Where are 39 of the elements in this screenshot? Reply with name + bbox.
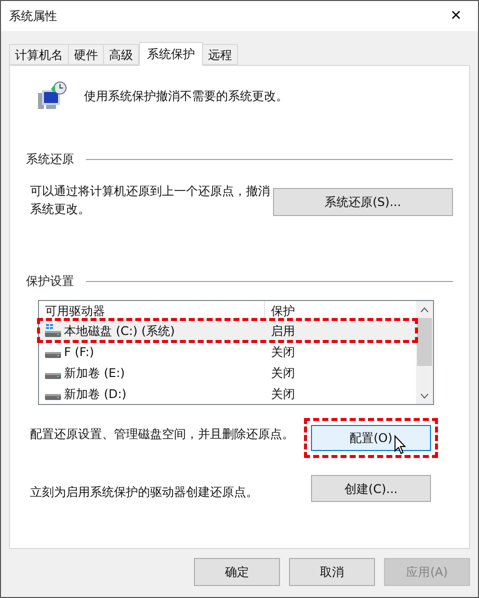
drive-name: F (F:): [64, 344, 94, 360]
drive-name: 新加卷 (E:): [64, 364, 125, 382]
protection-status: 关闭: [270, 344, 295, 360]
drive-row[interactable]: 新加卷 (D:) 关闭: [39, 383, 416, 404]
drive-row[interactable]: 新加卷 (E:) 关闭: [39, 362, 416, 383]
scrollbar[interactable]: [416, 301, 433, 404]
configure-description: 配置还原设置、管理磁盘空间，并且删除还原点。: [30, 426, 294, 443]
create-description: 立刻为启用系统保护的驱动器创建还原点。: [30, 484, 258, 501]
tab[interactable]: 计算机名: [9, 44, 69, 65]
close-button[interactable]: ✕: [446, 6, 466, 26]
drive-icon: [45, 373, 61, 379]
drive-row[interactable]: 本地磁盘 (C:) (系统) 启用: [39, 320, 416, 341]
protection-status: 关闭: [270, 386, 295, 402]
group-heading: 系统还原: [26, 151, 74, 168]
create-button[interactable]: 创建(C)...: [311, 475, 431, 502]
computer-restore-icon: [36, 80, 68, 112]
dialog-button[interactable]: 取消: [289, 558, 375, 586]
dialog-button[interactable]: 确定: [194, 558, 280, 586]
column-header[interactable]: 保护: [265, 302, 416, 320]
drive-icon: [45, 394, 61, 400]
tab[interactable]: 硬件: [68, 44, 104, 65]
mouse-cursor-icon: [394, 435, 406, 455]
tab[interactable]: 高级: [103, 44, 139, 65]
intro-text: 使用系统保护撤消不需要的系统更改。: [84, 88, 288, 105]
drive-icon: [45, 352, 61, 358]
tab[interactable]: 系统保护: [139, 42, 203, 66]
system-restore-button[interactable]: 系统还原(S)...: [272, 188, 453, 216]
group-heading: 保护设置: [26, 273, 74, 290]
drive-row[interactable]: F (F:) 关闭: [39, 341, 416, 362]
tab[interactable]: 远程: [202, 44, 238, 65]
configure-button[interactable]: 配置(O): [311, 425, 431, 451]
protection-status: 启用: [270, 322, 295, 340]
system-drive-icon: [45, 324, 61, 337]
window-title: 系统属性: [9, 8, 57, 25]
drive-name: 本地磁盘 (C:) (系统): [64, 322, 175, 340]
scroll-thumb[interactable]: [417, 318, 432, 366]
protection-status: 关闭: [270, 364, 295, 382]
restore-description: 可以通过将计算机还原到上一个还原点，撤消系统更改。: [30, 183, 271, 218]
drive-name: 新加卷 (D:): [64, 386, 126, 402]
